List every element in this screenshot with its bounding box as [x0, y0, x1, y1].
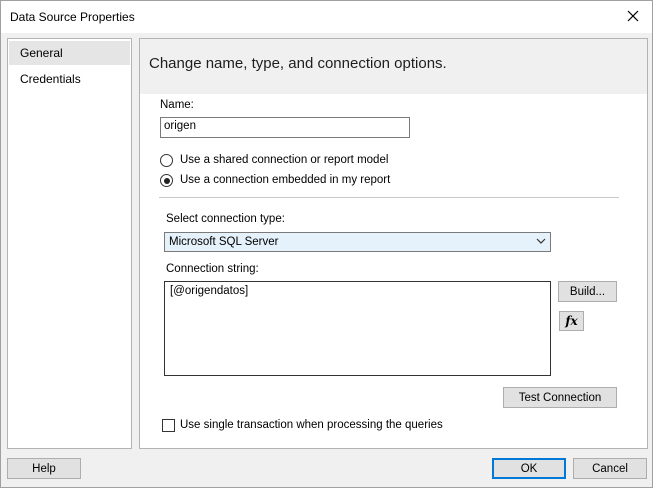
nav-item-general[interactable]: General	[9, 41, 130, 65]
function-icon: fx	[565, 314, 578, 328]
ok-button[interactable]: OK	[492, 458, 566, 479]
radio-shared-connection[interactable]	[160, 154, 173, 167]
page-nav: General Credentials	[7, 38, 132, 449]
connection-type-value: Microsoft SQL Server	[169, 236, 279, 248]
build-button[interactable]: Build...	[558, 281, 617, 302]
connection-type-label: Select connection type:	[166, 213, 285, 225]
name-input[interactable]: origen	[160, 117, 410, 138]
close-icon	[627, 10, 639, 22]
radio-embedded-connection[interactable]	[160, 174, 173, 187]
cancel-button[interactable]: Cancel	[573, 458, 647, 479]
connection-type-select[interactable]: Microsoft SQL Server	[164, 232, 551, 252]
general-panel: Change name, type, and connection option…	[139, 38, 648, 449]
nav-item-general-label: General	[20, 46, 63, 60]
nav-item-credentials[interactable]: Credentials	[9, 67, 130, 91]
expression-button[interactable]: fx	[559, 311, 584, 331]
panel-header: Change name, type, and connection option…	[140, 39, 647, 94]
radio-embedded-connection-label: Use a connection embedded in my report	[180, 174, 391, 186]
connection-string-label: Connection string:	[166, 263, 259, 275]
radio-shared-connection-label: Use a shared connection or report model	[180, 154, 389, 166]
close-button[interactable]	[614, 1, 652, 31]
data-source-properties-dialog: Data Source Properties General Credentia…	[0, 0, 653, 488]
window-title: Data Source Properties	[10, 10, 135, 24]
title-bar: Data Source Properties	[1, 1, 652, 33]
single-transaction-label: Use single transaction when processing t…	[180, 419, 443, 431]
connection-string-input[interactable]: [@origendatos]	[164, 281, 551, 376]
help-button[interactable]: Help	[7, 458, 81, 479]
name-label: Name:	[160, 99, 194, 111]
panel-title: Change name, type, and connection option…	[149, 55, 447, 72]
nav-item-credentials-label: Credentials	[20, 72, 81, 86]
separator	[159, 197, 619, 198]
chevron-down-icon	[536, 238, 546, 244]
single-transaction-checkbox[interactable]	[162, 419, 175, 432]
test-connection-button[interactable]: Test Connection	[503, 387, 617, 408]
